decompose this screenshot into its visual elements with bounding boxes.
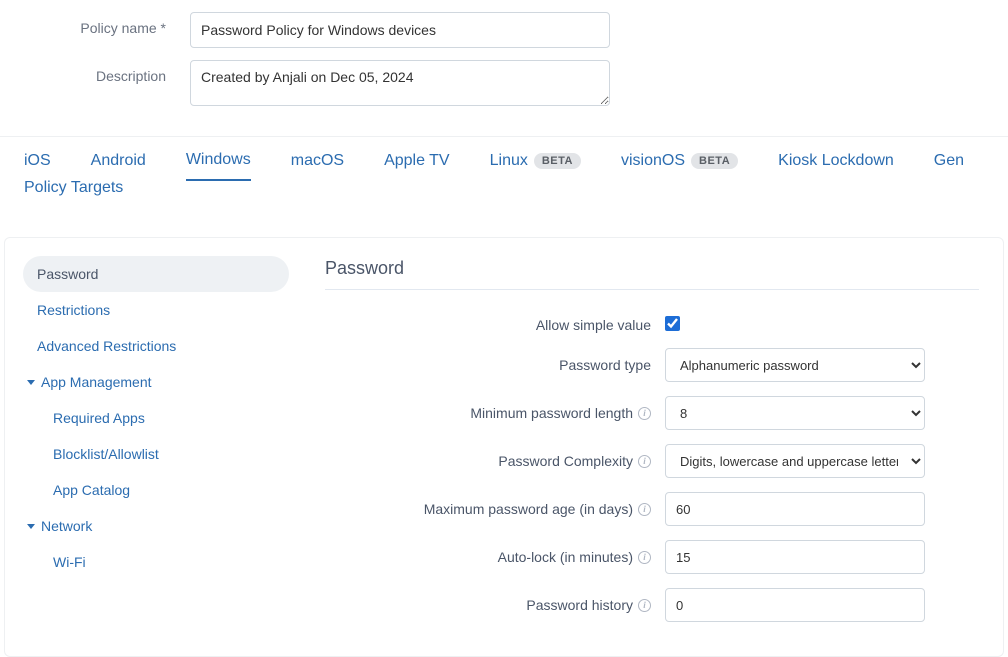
platform-tabs: iOS Android Windows macOS Apple TV Linux…: [0, 137, 1008, 181]
tab-policy-targets[interactable]: Policy Targets: [24, 179, 123, 207]
setting-password-type: Password type Alphanumeric password: [325, 348, 979, 382]
history-label-text: Password history: [526, 597, 633, 613]
setting-min-length: Minimum password length i 8: [325, 396, 979, 430]
tab-ios[interactable]: iOS: [24, 152, 51, 180]
auto-lock-input[interactable]: [665, 540, 925, 574]
required-asterisk: *: [161, 20, 166, 36]
setting-complexity: Password Complexity i Digits, lowercase …: [325, 444, 979, 478]
complexity-control: Digits, lowercase and uppercase letters: [665, 444, 925, 478]
tab-android[interactable]: Android: [91, 152, 146, 180]
tab-kiosk-lockdown[interactable]: Kiosk Lockdown: [778, 152, 894, 180]
max-age-control: [665, 492, 925, 526]
max-age-label-text: Maximum password age (in days): [424, 501, 633, 517]
sidebar-group-app-management[interactable]: App Management: [23, 364, 289, 400]
sidebar-item-blocklist-allowlist[interactable]: Blocklist/Allowlist: [23, 436, 289, 472]
min-length-label-text: Minimum password length: [470, 405, 633, 421]
policy-name-row: Policy name *: [0, 12, 1008, 48]
sidebar-group-network-label: Network: [41, 518, 92, 534]
info-icon[interactable]: i: [638, 599, 651, 612]
allow-simple-checkbox[interactable]: [665, 316, 680, 331]
panel-title: Password: [325, 258, 979, 290]
policy-name-input[interactable]: [190, 12, 610, 48]
description-row: Description: [0, 60, 1008, 106]
history-input[interactable]: [665, 588, 925, 622]
description-input[interactable]: [190, 60, 610, 106]
tab-appletv[interactable]: Apple TV: [384, 152, 450, 180]
max-age-label: Maximum password age (in days) i: [325, 501, 665, 517]
tab-linux[interactable]: Linux BETA: [490, 152, 581, 180]
max-age-input[interactable]: [665, 492, 925, 526]
allow-simple-label: Allow simple value: [325, 317, 665, 333]
tab-visionos[interactable]: visionOS BETA: [621, 152, 738, 180]
content-area: Password Restrictions Advanced Restricti…: [4, 237, 1004, 657]
setting-auto-lock: Auto-lock (in minutes) i: [325, 540, 979, 574]
info-icon[interactable]: i: [638, 407, 651, 420]
tab-macos[interactable]: macOS: [291, 152, 344, 180]
setting-max-age: Maximum password age (in days) i: [325, 492, 979, 526]
sidebar-item-advanced-restrictions[interactable]: Advanced Restrictions: [23, 328, 289, 364]
setting-history: Password history i: [325, 588, 979, 622]
auto-lock-label-text: Auto-lock (in minutes): [498, 549, 633, 565]
beta-badge: BETA: [691, 153, 738, 169]
tab-gen[interactable]: Gen: [934, 152, 964, 180]
complexity-select[interactable]: Digits, lowercase and uppercase letters: [665, 444, 925, 478]
info-icon[interactable]: i: [638, 455, 651, 468]
min-length-label: Minimum password length i: [325, 405, 665, 421]
info-icon[interactable]: i: [638, 551, 651, 564]
history-control: [665, 588, 925, 622]
sidebar-item-wifi[interactable]: Wi-Fi: [23, 544, 289, 580]
allow-simple-control: [665, 316, 925, 334]
sidebar-item-app-catalog[interactable]: App Catalog: [23, 472, 289, 508]
password-type-label-text: Password type: [559, 357, 651, 373]
min-length-select[interactable]: 8: [665, 396, 925, 430]
tab-windows[interactable]: Windows: [186, 151, 251, 181]
complexity-label: Password Complexity i: [325, 453, 665, 469]
auto-lock-label: Auto-lock (in minutes) i: [325, 549, 665, 565]
sidebar-group-network[interactable]: Network: [23, 508, 289, 544]
policy-sidebar: Password Restrictions Advanced Restricti…: [5, 238, 305, 656]
sidebar-group-app-management-label: App Management: [41, 374, 152, 390]
info-icon[interactable]: i: [638, 503, 651, 516]
chevron-down-icon: [27, 524, 35, 529]
description-label: Description: [0, 60, 190, 84]
tab-linux-label: Linux: [490, 152, 528, 170]
allow-simple-label-text: Allow simple value: [536, 317, 651, 333]
sidebar-item-restrictions[interactable]: Restrictions: [23, 292, 289, 328]
platform-tabs-row2: Policy Targets: [0, 179, 1008, 215]
sidebar-item-required-apps[interactable]: Required Apps: [23, 400, 289, 436]
chevron-down-icon: [27, 380, 35, 385]
complexity-label-text: Password Complexity: [498, 453, 633, 469]
policy-name-label: Policy name *: [0, 12, 190, 36]
policy-name-label-text: Policy name: [80, 20, 156, 36]
policy-header-form: Policy name * Description: [0, 0, 1008, 137]
password-type-select[interactable]: Alphanumeric password: [665, 348, 925, 382]
min-length-control: 8: [665, 396, 925, 430]
beta-badge: BETA: [534, 153, 581, 169]
password-type-control: Alphanumeric password: [665, 348, 925, 382]
tab-visionos-label: visionOS: [621, 152, 685, 170]
auto-lock-control: [665, 540, 925, 574]
password-settings-panel: Password Allow simple value Password typ…: [305, 238, 1003, 656]
history-label: Password history i: [325, 597, 665, 613]
setting-allow-simple-value: Allow simple value: [325, 316, 979, 334]
sidebar-item-password[interactable]: Password: [23, 256, 289, 292]
password-type-label: Password type: [325, 357, 665, 373]
